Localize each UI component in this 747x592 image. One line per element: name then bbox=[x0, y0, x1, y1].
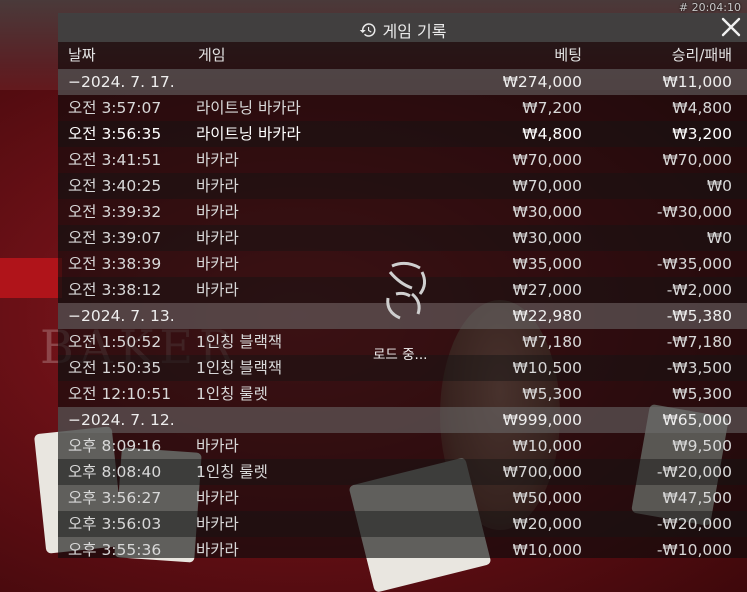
group-result-total: -₩5,380 bbox=[666, 307, 732, 325]
bet-amount: ₩10,000 bbox=[512, 541, 582, 559]
round-time: 오후 3:55:36 bbox=[68, 541, 162, 559]
game-name: 1인칭 룰렛 bbox=[196, 385, 268, 403]
panel-title-text: 게임 기록 bbox=[382, 22, 447, 41]
date-group-row[interactable]: −2024. 7. 17. ₩274,000 ₩11,000 bbox=[58, 69, 747, 95]
history-icon bbox=[359, 23, 376, 37]
round-time: 오전 12:10:51 bbox=[68, 385, 172, 403]
win-loss-amount: -₩30,000 bbox=[656, 203, 732, 221]
bet-amount: ₩10,500 bbox=[512, 359, 582, 377]
column-header-bet: 베팅 bbox=[554, 46, 582, 64]
round-time: 오후 8:08:40 bbox=[68, 463, 162, 481]
round-time: 오전 3:38:39 bbox=[68, 255, 162, 273]
history-row[interactable]: 오후 8:08:40 1인칭 룰렛 ₩700,000 -₩20,000 bbox=[58, 459, 747, 485]
game-name: 바카라 bbox=[196, 515, 239, 533]
date-group-row[interactable]: −2024. 7. 12. ₩999,000 ₩65,000 bbox=[58, 407, 747, 433]
history-row[interactable]: 오전 3:39:07 바카라 ₩30,000 ₩0 bbox=[58, 225, 747, 251]
bet-amount: ₩70,000 bbox=[512, 151, 582, 169]
win-loss-amount: ₩0 bbox=[706, 177, 732, 195]
bet-amount: ₩30,000 bbox=[512, 203, 582, 221]
game-name: 바카라 bbox=[196, 437, 239, 455]
panel-title: 게임 기록 bbox=[58, 18, 747, 42]
win-loss-amount: ₩9,500 bbox=[672, 437, 732, 455]
loading-spinner-icon bbox=[386, 261, 427, 320]
win-loss-amount: ₩5,300 bbox=[672, 385, 732, 403]
group-result-total: ₩11,000 bbox=[662, 73, 732, 91]
bet-amount: ₩7,180 bbox=[522, 333, 582, 351]
history-row[interactable]: 오후 3:56:03 바카라 ₩20,000 -₩20,000 bbox=[58, 511, 747, 537]
win-loss-amount: -₩20,000 bbox=[656, 463, 732, 481]
round-time: 오전 1:50:35 bbox=[68, 359, 162, 377]
game-name: 바카라 bbox=[196, 177, 239, 195]
game-name: 바카라 bbox=[196, 489, 239, 507]
history-row[interactable]: 오전 3:56:35 라이트닝 바카라 ₩4,800 ₩3,200 bbox=[58, 121, 747, 147]
game-name: 1인칭 블랙잭 bbox=[196, 359, 283, 377]
bet-amount: ₩35,000 bbox=[512, 255, 582, 273]
group-bet-total: ₩274,000 bbox=[502, 73, 582, 91]
game-name: 바카라 bbox=[196, 255, 239, 273]
round-time: 오후 3:56:03 bbox=[68, 515, 162, 533]
history-row[interactable]: 오전 3:41:51 바카라 ₩70,000 ₩70,000 bbox=[58, 147, 747, 173]
bet-amount: ₩27,000 bbox=[512, 281, 582, 299]
history-row[interactable]: 오전 12:10:51 1인칭 룰렛 ₩5,300 ₩5,300 bbox=[58, 381, 747, 407]
win-loss-amount: -₩20,000 bbox=[656, 515, 732, 533]
group-bet-total: ₩22,980 bbox=[512, 307, 582, 325]
round-time: 오전 3:56:35 bbox=[68, 125, 162, 143]
game-name: 라이트닝 바카라 bbox=[196, 125, 301, 143]
history-row[interactable]: 오후 3:55:36 바카라 ₩10,000 -₩10,000 bbox=[58, 537, 747, 563]
game-name: 바카라 bbox=[196, 203, 239, 221]
round-time: 오전 1:50:52 bbox=[68, 333, 162, 351]
win-loss-amount: -₩2,000 bbox=[666, 281, 732, 299]
bet-amount: ₩10,000 bbox=[512, 437, 582, 455]
round-time: 오전 3:41:51 bbox=[68, 151, 162, 169]
win-loss-amount: ₩3,200 bbox=[672, 125, 732, 143]
history-row[interactable]: 오후 8:09:16 바카라 ₩10,000 ₩9,500 bbox=[58, 433, 747, 459]
bet-amount: ₩50,000 bbox=[512, 489, 582, 507]
round-time: 오전 3:40:25 bbox=[68, 177, 162, 195]
loading-text: 로드 중... bbox=[373, 347, 428, 363]
win-loss-amount: ₩47,500 bbox=[662, 489, 732, 507]
win-loss-amount: -₩3,500 bbox=[666, 359, 732, 377]
game-name: 바카라 bbox=[196, 229, 239, 247]
column-header-date: 날짜 bbox=[68, 46, 96, 64]
round-time: 오후 3:56:27 bbox=[68, 489, 162, 507]
history-row[interactable]: 오후 3:56:27 바카라 ₩50,000 ₩47,500 bbox=[58, 485, 747, 511]
bet-amount: ₩7,200 bbox=[522, 99, 582, 117]
column-header-result: 승리/패배 bbox=[671, 46, 732, 64]
group-date: −2024. 7. 12. bbox=[68, 411, 175, 429]
column-header-game: 게임 bbox=[198, 46, 226, 64]
group-date: −2024. 7. 17. bbox=[68, 73, 175, 91]
game-name: 1인칭 룰렛 bbox=[196, 463, 268, 481]
bet-amount: ₩5,300 bbox=[522, 385, 582, 403]
win-loss-amount: ₩0 bbox=[706, 229, 732, 247]
win-loss-amount: ₩70,000 bbox=[662, 151, 732, 169]
game-name: 바카라 bbox=[196, 281, 239, 299]
round-time: 오전 3:39:32 bbox=[68, 203, 162, 221]
group-bet-total: ₩999,000 bbox=[502, 411, 582, 429]
history-row[interactable]: 오전 3:39:32 바카라 ₩30,000 -₩30,000 bbox=[58, 199, 747, 225]
win-loss-amount: -₩35,000 bbox=[656, 255, 732, 273]
bet-amount: ₩70,000 bbox=[512, 177, 582, 195]
game-name: 바카라 bbox=[196, 541, 239, 559]
win-loss-amount: ₩4,800 bbox=[672, 99, 732, 117]
round-time: 오전 3:39:07 bbox=[68, 229, 162, 247]
history-row[interactable]: 오전 3:40:25 바카라 ₩70,000 ₩0 bbox=[58, 173, 747, 199]
round-time: 오전 3:38:12 bbox=[68, 281, 162, 299]
round-time: 오후 8:09:16 bbox=[68, 437, 162, 455]
bet-amount: ₩20,000 bbox=[512, 515, 582, 533]
bet-amount: ₩30,000 bbox=[512, 229, 582, 247]
game-name: 1인칭 블랙잭 bbox=[196, 333, 283, 351]
history-row[interactable]: 오전 3:57:07 라이트닝 바카라 ₩7,200 ₩4,800 bbox=[58, 95, 747, 121]
close-icon[interactable] bbox=[719, 15, 743, 39]
group-result-total: ₩65,000 bbox=[662, 411, 732, 429]
group-date: −2024. 7. 13. bbox=[68, 307, 175, 325]
win-loss-amount: -₩7,180 bbox=[666, 333, 732, 351]
bet-amount: ₩4,800 bbox=[522, 125, 582, 143]
game-name: 라이트닝 바카라 bbox=[196, 99, 301, 117]
bet-amount: ₩700,000 bbox=[502, 463, 582, 481]
round-time: 오전 3:57:07 bbox=[68, 99, 162, 117]
game-name: 바카라 bbox=[196, 151, 239, 169]
win-loss-amount: -₩10,000 bbox=[656, 541, 732, 559]
panel-header: 게임 기록 bbox=[58, 13, 747, 42]
